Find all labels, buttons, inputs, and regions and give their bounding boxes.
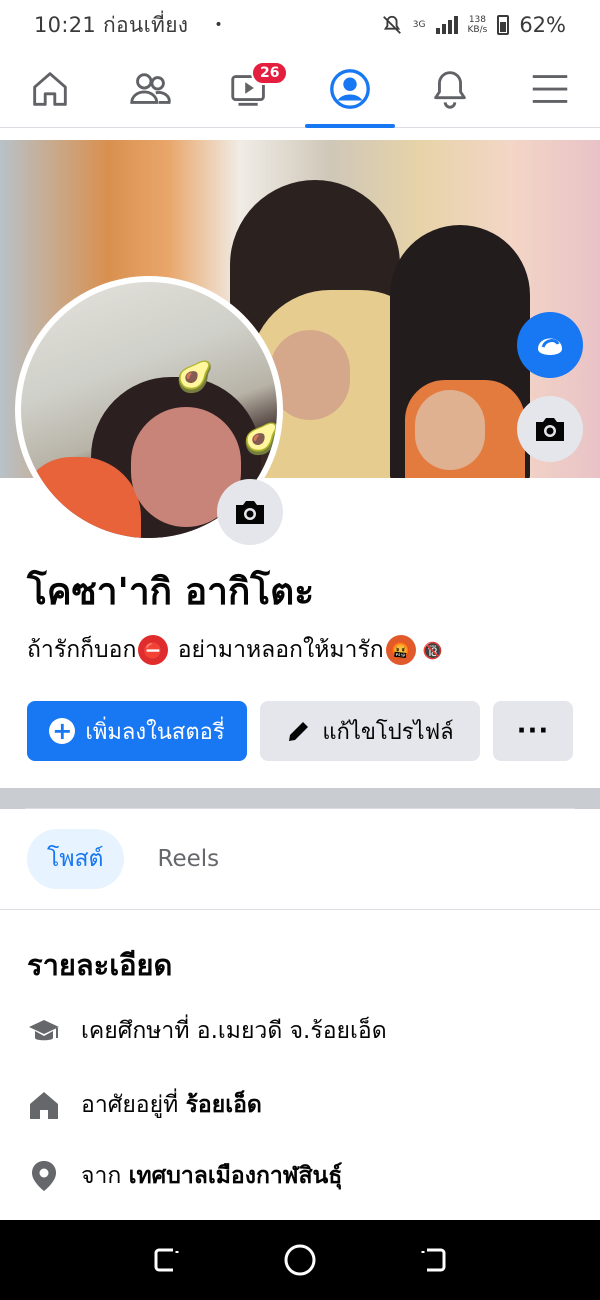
tab-posts-label: โพสต์ — [47, 846, 104, 872]
mute-icon — [382, 15, 401, 34]
from-prefix: จาก — [81, 1163, 129, 1189]
bio-text-2: อย่ามาหลอกให้มารัก — [170, 637, 384, 663]
profile-bio: ถ้ารักก็บอก ⛔ อย่ามาหลอกให้มารัก 🤬 🔞 — [27, 632, 448, 668]
lives-in-prefix: อาศัยอยู่ที่ — [81, 1092, 186, 1118]
bio-text-1: ถ้ารักก็บอก — [27, 637, 137, 663]
battery-percent: 62% — [519, 13, 566, 37]
section-divider — [0, 788, 600, 809]
friends-icon — [130, 72, 171, 104]
pencil-icon — [289, 722, 309, 741]
detail-education: เคยศึกษาที่ อ.เมยวดี จ.ร้อยเอ็ด — [27, 1013, 387, 1049]
status-icons: 3G 138 KB/s 62% — [381, 13, 566, 37]
nav-friends[interactable] — [100, 50, 200, 127]
no-under-18-emoji: 🔞 — [417, 635, 448, 665]
network-label: 3G — [412, 20, 426, 30]
tab-reels[interactable]: Reels — [138, 829, 240, 889]
speed-value: 138 — [468, 15, 486, 25]
signal-icon — [435, 16, 458, 34]
network-speed: 138 KB/s — [468, 15, 488, 35]
home-icon — [33, 71, 67, 106]
lives-in-value[interactable]: ร้อยเอ็ด — [186, 1092, 262, 1118]
edit-profile-picture-camera-button[interactable] — [217, 479, 283, 545]
profile-tabs: โพสต์ Reels — [27, 829, 239, 889]
back-icon[interactable] — [415, 1242, 451, 1278]
home-button-icon[interactable] — [282, 1242, 318, 1278]
camera-icon — [236, 501, 264, 524]
from-text: จาก เทศบาลเมืองกาฬสินธุ์ — [81, 1158, 342, 1194]
tabs-divider — [0, 909, 600, 910]
edit-cover-camera-button[interactable] — [517, 396, 583, 462]
avatar-face-icon — [538, 338, 562, 355]
recent-apps-icon[interactable] — [149, 1242, 185, 1278]
location-pin-icon — [32, 1161, 56, 1191]
top-nav: 26 — [0, 50, 600, 128]
avocado-sticker-icon-2: 🥑 — [243, 422, 277, 457]
status-bar: 10:21 ก่อนเที่ยง • 3G 138 KB/s 62% — [0, 0, 600, 50]
nav-watch[interactable]: 26 — [200, 50, 300, 127]
system-nav-bar — [0, 1220, 600, 1300]
add-to-story-button[interactable]: + เพิ่มลงในสตอรี่ — [27, 701, 247, 761]
nav-notifications[interactable] — [400, 50, 500, 127]
network-type: 3G — [413, 20, 426, 30]
cover-person-2-face — [415, 390, 485, 470]
edit-profile-label: แก้ไขโปรไฟล์ — [322, 719, 454, 745]
graduation-cap-icon — [29, 1020, 59, 1041]
profile-icon — [330, 68, 370, 109]
avocado-sticker-icon: 🥑 — [176, 360, 214, 395]
from-value[interactable]: เทศบาลเมืองกาฬสินธุ์ — [129, 1163, 343, 1189]
detail-from: จาก เทศบาลเมืองกาฬสินธุ์ — [27, 1158, 342, 1194]
profile-name: โคซา'ากิ อากิโตะ — [27, 570, 315, 613]
more-dots-icon: ··· — [516, 716, 550, 746]
nav-home[interactable] — [0, 50, 100, 127]
no-entry-emoji: ⛔ — [138, 635, 169, 665]
nav-menu[interactable] — [500, 50, 600, 127]
avatar-button[interactable] — [517, 312, 583, 378]
status-dot: • — [214, 17, 223, 33]
camera-icon — [536, 418, 564, 441]
plus-icon: + — [49, 718, 76, 744]
bell-icon — [434, 70, 466, 109]
tab-posts[interactable]: โพสต์ — [27, 829, 124, 889]
add-to-story-label: เพิ่มลงในสตอรี่ — [85, 719, 225, 745]
education-text: เคยศึกษาที่ อ.เมยวดี จ.ร้อยเอ็ด — [81, 1018, 387, 1044]
video-badge: 26 — [251, 61, 289, 85]
profile-actions: + เพิ่มลงในสตอรี่ แก้ไขโปรไฟล์ ··· — [27, 701, 573, 761]
house-icon — [30, 1092, 58, 1119]
details-heading: รายละเอียด — [27, 948, 173, 982]
lives-in-text: อาศัยอยู่ที่ ร้อยเอ็ด — [81, 1087, 262, 1123]
menu-icon — [532, 74, 568, 103]
tab-reels-label: Reels — [157, 846, 220, 872]
nav-profile[interactable] — [300, 50, 400, 128]
edit-profile-button[interactable]: แก้ไขโปรไฟล์ — [260, 701, 480, 761]
more-options-button[interactable]: ··· — [493, 701, 573, 761]
detail-lives-in: อาศัยอยู่ที่ ร้อยเอ็ด — [27, 1087, 262, 1123]
battery-icon — [497, 15, 510, 35]
angry-emoji: 🤬 — [385, 635, 416, 665]
status-time: 10:21 ก่อนเที่ยง — [34, 12, 189, 37]
speed-unit: KB/s — [467, 25, 488, 35]
